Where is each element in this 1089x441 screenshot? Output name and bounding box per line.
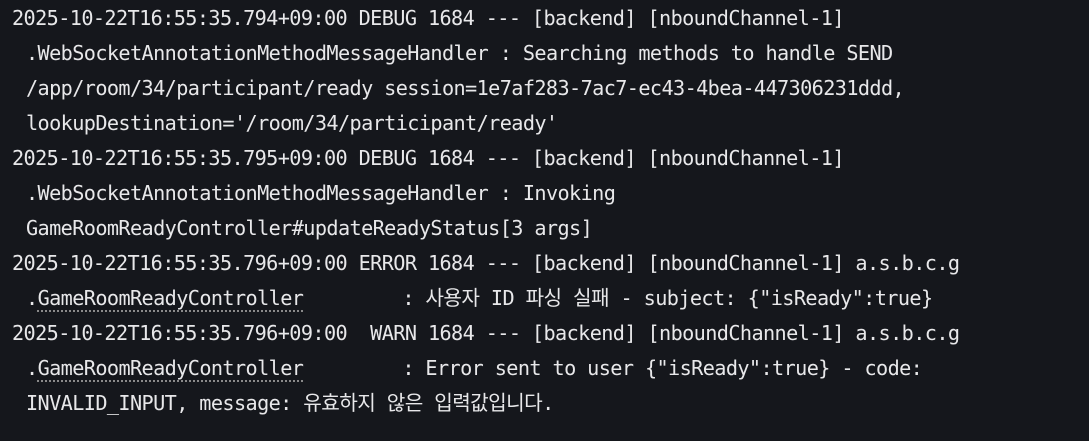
logger-class-link[interactable]: GameRoomReadyController xyxy=(38,356,304,380)
logger-class-link[interactable]: GameRoomReadyController xyxy=(38,286,304,310)
log-line: 2025-10-22T16:55:35.795+09:00 DEBUG 1684… xyxy=(12,146,844,170)
log-message: : Invoking xyxy=(488,181,616,205)
log-line: .GameRoomReadyController : Error sent to … xyxy=(12,351,1089,386)
logger-name: .WebSocketAnnotationMethodMessageHandler xyxy=(26,181,489,205)
log-line: 2025-10-22T16:55:35.796+09:00 ERROR 1684… xyxy=(12,251,960,275)
log-line: .GameRoomReadyController : 사용자 ID 파싱 실패 -… xyxy=(12,281,1089,316)
logger-prefix: . xyxy=(26,356,38,380)
log-line: GameRoomReadyController#updateReadyStatu… xyxy=(26,216,593,240)
log-line: lookupDestination='/room/34/participant/… xyxy=(26,111,558,135)
log-line: /app/room/34/participant/ready session=1… xyxy=(26,76,905,100)
log-line: .WebSocketAnnotationMethodMessageHandler… xyxy=(12,36,1089,71)
logger-prefix: . xyxy=(26,286,38,310)
log-message: : Error sent to user {"isReady":true} - … xyxy=(402,356,923,380)
log-message: : 사용자 ID 파싱 실패 - subject: {"isReady":tru… xyxy=(402,286,933,310)
log-line: .WebSocketAnnotationMethodMessageHandler… xyxy=(12,176,1089,211)
log-line: 2025-10-22T16:55:35.794+09:00 DEBUG 1684… xyxy=(12,6,844,30)
terminal-log-output: 2025-10-22T16:55:35.794+09:00 DEBUG 1684… xyxy=(0,0,1089,441)
log-line: INVALID_INPUT, message: 유효하지 않은 입력값입니다. xyxy=(26,391,554,415)
log-message: : Searching methods to handle SEND xyxy=(488,41,893,65)
log-line: 2025-10-22T16:55:35.796+09:00 WARN 1684 … xyxy=(12,321,960,345)
logger-name: .WebSocketAnnotationMethodMessageHandler xyxy=(26,41,489,65)
